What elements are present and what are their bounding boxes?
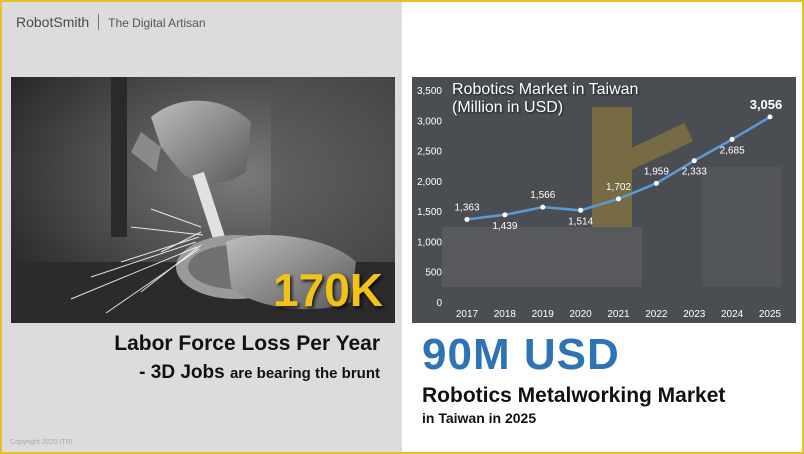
y-tick-label: 1,500 (417, 207, 442, 218)
x-tick-label: 2024 (721, 309, 744, 320)
slide: RobotSmith The Digital Artisan 170K Labo… (0, 0, 804, 454)
market-subcaption: in Taiwan in 2025 (422, 410, 537, 426)
data-label: 2,333 (682, 167, 707, 178)
data-label: 1,514 (568, 216, 593, 227)
data-point (502, 212, 508, 218)
data-point (464, 216, 470, 222)
left-panel: RobotSmith The Digital Artisan 170K Labo… (2, 2, 402, 452)
data-point (540, 204, 546, 210)
labor-loss-stat: 170K (273, 264, 383, 316)
y-tick-label: 1,000 (417, 237, 442, 248)
y-tick-label: 2,500 (417, 147, 442, 158)
chart-title-block: Robotics Market in Taiwan (Million in US… (452, 81, 638, 117)
jobs-caption: - 3D Jobs are bearing the brunt (139, 362, 380, 384)
data-label: 3,056 (750, 97, 783, 112)
x-tick-label: 2020 (570, 309, 593, 320)
chart-title: Robotics Market in Taiwan (452, 81, 639, 98)
data-point (767, 114, 773, 120)
brand-name: RobotSmith (16, 14, 90, 30)
x-tick-label: 2021 (607, 309, 630, 320)
x-tick-label: 2017 (456, 309, 479, 320)
jobs-caption-main: - 3D Jobs (139, 362, 225, 383)
x-tick-label: 2018 (494, 309, 517, 320)
data-label: 1,439 (492, 221, 517, 232)
jobs-caption-small: are bearing the brunt (229, 365, 380, 382)
data-label: 1,959 (644, 166, 669, 177)
data-point (578, 207, 584, 213)
grinding-photo: 170K (11, 77, 395, 323)
data-point (653, 180, 659, 186)
data-label: 1,702 (606, 182, 631, 193)
y-tick-label: 3,000 (417, 116, 442, 127)
brand-divider (98, 14, 100, 30)
y-tick-label: 500 (425, 268, 442, 279)
data-point (616, 196, 621, 202)
market-size-stat: 90M USD (422, 330, 620, 379)
x-tick-label: 2022 (645, 309, 668, 320)
brand-header: RobotSmith The Digital Artisan (16, 14, 206, 30)
data-point (691, 158, 697, 164)
data-label: 2,685 (720, 145, 745, 156)
x-tick-label: 2019 (532, 309, 555, 320)
market-chart: 0 500 1,000 1,500 2,000 2,500 3,000 3,500 2017 2… (412, 77, 796, 323)
labor-loss-caption: Labor Force Loss Per Year (114, 332, 380, 355)
copyright-text: Copyright 2020 ITRI (10, 439, 73, 446)
x-tick-label: 2023 (683, 309, 706, 320)
market-caption: Robotics Metalworking Market (422, 384, 726, 407)
data-label: 1,363 (454, 202, 479, 213)
y-tick-label: 0 (436, 298, 442, 309)
brand-tagline: The Digital Artisan (108, 16, 206, 30)
y-tick-label: 2,000 (417, 177, 442, 188)
data-point (729, 136, 735, 142)
data-label: 1,566 (530, 190, 555, 201)
x-tick-label: 2025 (759, 309, 782, 320)
chart-subtitle: (Million in USD) (452, 99, 564, 116)
y-tick-label: 3,500 (417, 86, 442, 97)
